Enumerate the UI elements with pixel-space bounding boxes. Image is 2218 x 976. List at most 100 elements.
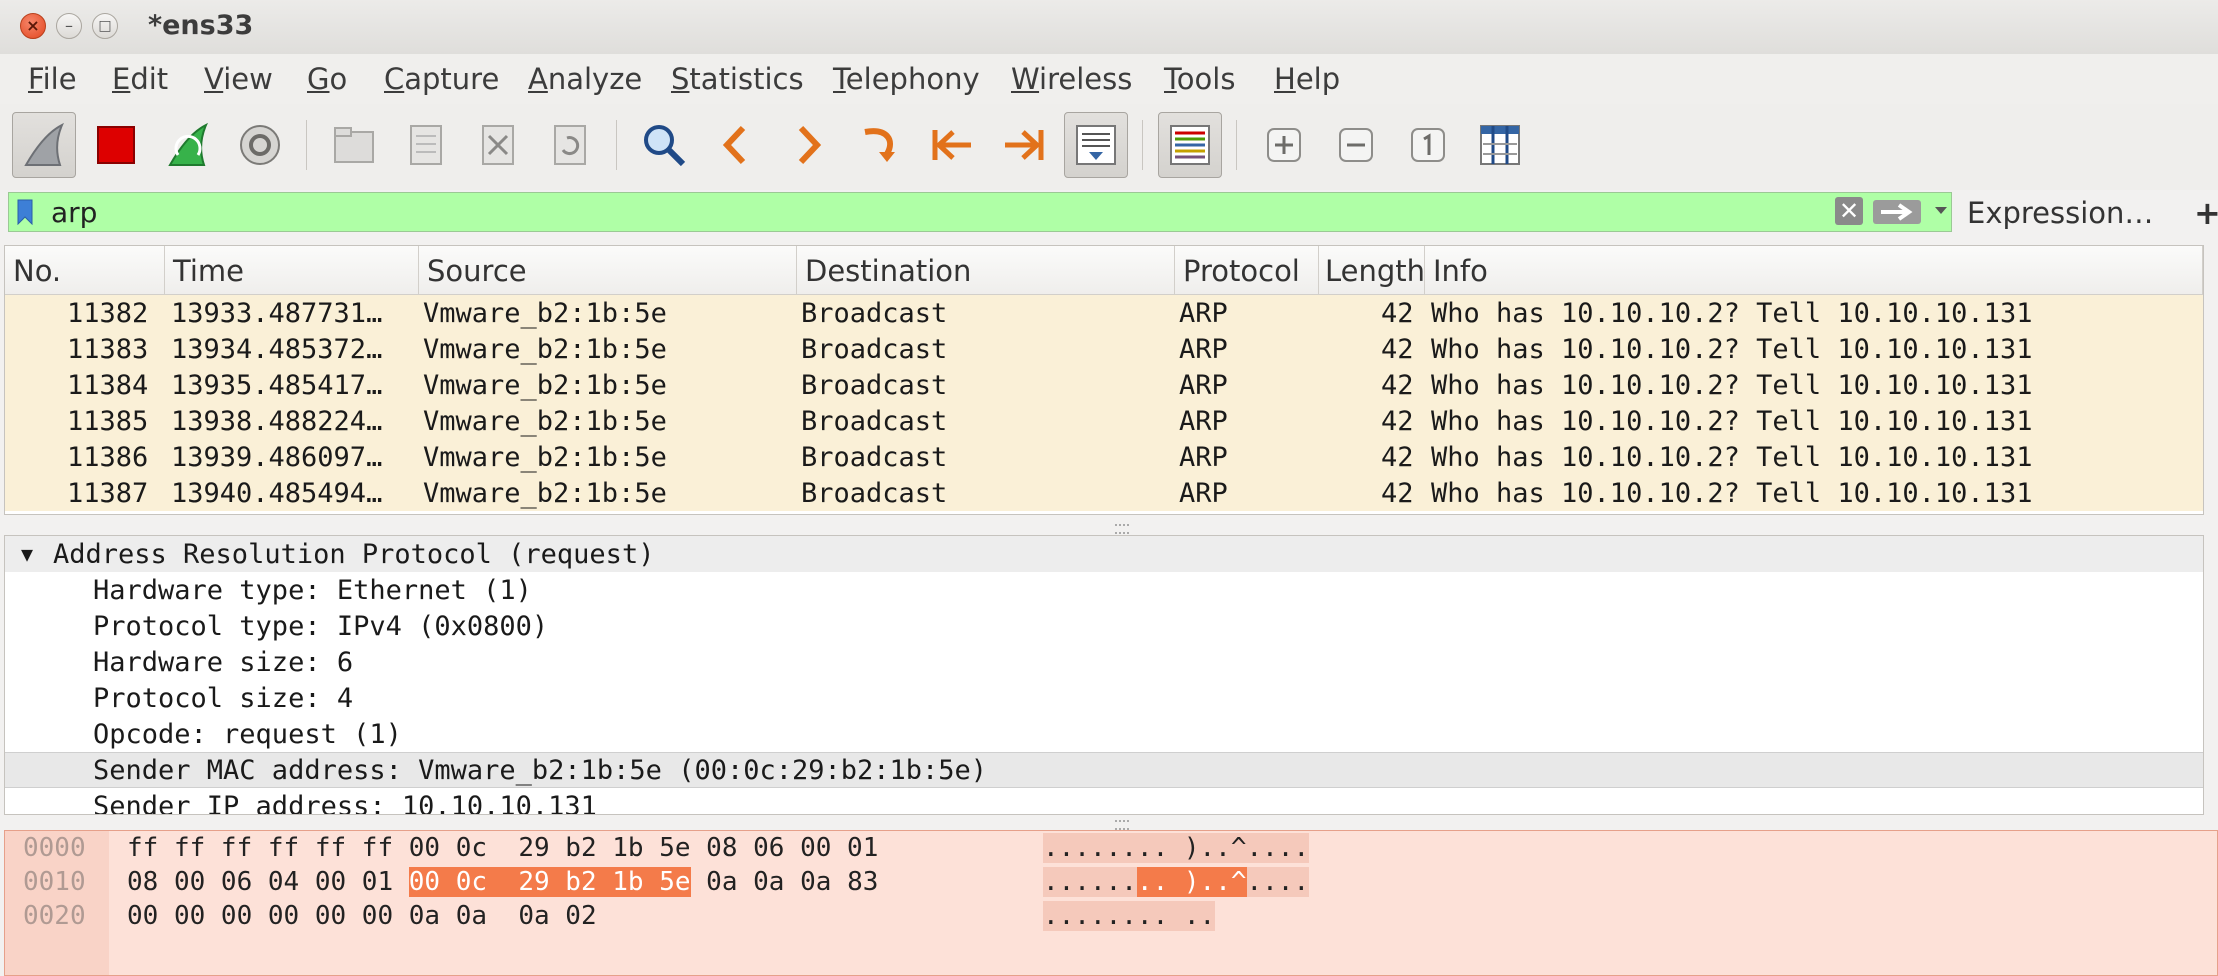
open-file-button[interactable] — [322, 112, 386, 178]
capture-options-button[interactable] — [228, 112, 292, 178]
field-label: Hardware size: 6 — [93, 647, 354, 678]
add-filter-button[interactable]: + — [2194, 194, 2218, 232]
first-packet-icon — [932, 130, 971, 160]
apply-filter-button[interactable] — [1873, 200, 1921, 224]
column-header-time[interactable]: Time — [165, 246, 419, 295]
go-back-button[interactable] — [704, 112, 768, 178]
packet-row[interactable]: 11387 13940.485494… Vmware_b2:1b:5e Broa… — [5, 475, 2203, 511]
window-minimize-button[interactable]: – — [56, 13, 82, 39]
go-forward-button[interactable] — [776, 112, 840, 178]
packet-list: No. Time Source Destination Protocol Len… — [4, 245, 2204, 515]
colorize-button[interactable] — [1158, 112, 1222, 178]
autoscroll-button[interactable] — [1064, 112, 1128, 178]
packet-row[interactable]: 11385 13938.488224… Vmware_b2:1b:5e Broa… — [5, 403, 2203, 439]
menu-capture[interactable]: Capture — [384, 62, 499, 96]
menu-wireless[interactable]: Wireless — [1011, 62, 1132, 96]
packet-length: 42 — [1381, 442, 1414, 473]
filter-history-chevron-down-icon[interactable] — [1933, 205, 1949, 217]
expanded-triangle-icon[interactable]: ▼ — [21, 542, 33, 566]
find-packet-icon — [644, 125, 686, 167]
packet-destination: Broadcast — [801, 442, 948, 473]
packet-time: 13933.487731… — [171, 298, 383, 329]
bytes-hex[interactable]: 00 00 00 00 00 00 0a 0a 0a 02 — [127, 901, 597, 931]
menu-telephony[interactable]: Telephony — [833, 62, 980, 96]
packet-time: 13935.485417… — [171, 370, 383, 401]
first-packet-button[interactable] — [920, 112, 984, 178]
bytes-ascii[interactable]: ........ )..^.... — [1043, 867, 1310, 897]
zoom-in-button[interactable] — [1252, 112, 1316, 178]
menu-statistics[interactable]: Statistics — [671, 62, 804, 96]
packet-length: 42 — [1381, 334, 1414, 365]
column-header-destination[interactable]: Destination — [797, 246, 1175, 295]
bytes-hex[interactable]: ff ff ff ff ff ff 00 0c 29 b2 1b 5e 08 0… — [127, 833, 878, 863]
menu-view-mnemonic: V — [204, 62, 224, 96]
tree-field[interactable]: Protocol size: 4 — [5, 680, 2203, 716]
bytes-hex-highlight: 00 0c 29 b2 1b 5e — [408, 867, 691, 897]
packet-row[interactable]: 11384 13935.485417… Vmware_b2:1b:5e Broa… — [5, 367, 2203, 403]
menu-edit-mnemonic: E — [112, 62, 131, 96]
menu-analyze[interactable]: Analyze — [528, 62, 642, 96]
packet-info: Who has 10.10.10.2? Tell 10.10.10.131 — [1431, 334, 2033, 365]
last-packet-button[interactable] — [992, 112, 1056, 178]
pane-splitter-handle[interactable] — [1115, 820, 1129, 830]
close-file-button[interactable] — [466, 112, 530, 178]
stop-capture-button[interactable] — [84, 112, 148, 178]
bytes-ascii[interactable]: ........ )..^.... — [1043, 833, 1310, 863]
zoom-out-button[interactable] — [1324, 112, 1388, 178]
menu-file[interactable]: File — [28, 62, 77, 96]
tree-field[interactable]: Hardware size: 6 — [5, 644, 2203, 680]
menu-go-label: o — [329, 62, 348, 96]
menu-capture-label: apture — [404, 62, 500, 96]
shark-fin-start-icon — [24, 122, 64, 166]
column-header-length[interactable]: Length — [1319, 246, 1425, 295]
menu-view[interactable]: View — [204, 62, 273, 96]
resize-columns-icon — [1480, 125, 1520, 165]
bytes-hex[interactable]: 08 00 06 04 00 01 00 0c 29 b2 1b 5e 0a 0… — [127, 867, 878, 897]
tree-field-selected[interactable]: Sender MAC address: Vmware_b2:1b:5e (00:… — [5, 752, 2203, 788]
menu-go[interactable]: Go — [307, 62, 347, 96]
tree-field[interactable]: Protocol type: IPv4 (0x0800) — [5, 608, 2203, 644]
menu-tools-mnemonic: T — [1164, 62, 1177, 96]
packet-no: 11387 — [67, 478, 149, 509]
expression-button[interactable]: Expression… — [1967, 196, 2153, 230]
column-header-info[interactable]: Info — [1425, 246, 2203, 295]
bytes-ascii[interactable]: ........ .. — [1043, 901, 1216, 931]
find-packet-button[interactable] — [632, 112, 696, 178]
clear-filter-icon[interactable]: ✕ — [1835, 197, 1863, 225]
display-filter-input[interactable] — [51, 193, 1831, 231]
pane-splitter-handle[interactable] — [1115, 524, 1129, 534]
tree-item-label: Address Resolution Protocol (request) — [53, 539, 655, 570]
packet-row[interactable]: 11386 13939.486097… Vmware_b2:1b:5e Broa… — [5, 439, 2203, 475]
go-to-packet-button[interactable] — [848, 112, 912, 178]
menu-edit[interactable]: Edit — [112, 62, 168, 96]
resize-columns-button[interactable] — [1468, 112, 1532, 178]
menu-go-mnemonic: G — [307, 62, 330, 96]
packet-length: 42 — [1381, 298, 1414, 329]
menu-file-mnemonic: F — [28, 62, 43, 96]
reload-file-button[interactable] — [538, 112, 602, 178]
packet-row[interactable]: 11383 13934.485372… Vmware_b2:1b:5e Broa… — [5, 331, 2203, 367]
menu-tools-label: ools — [1176, 62, 1236, 96]
menu-tools[interactable]: Tools — [1164, 62, 1235, 96]
start-capture-button[interactable] — [12, 112, 76, 178]
packet-protocol: ARP — [1179, 478, 1228, 509]
tree-item-arp[interactable]: ▼ Address Resolution Protocol (request) — [5, 536, 2203, 572]
save-file-button[interactable] — [394, 112, 458, 178]
restart-capture-button[interactable] — [156, 112, 220, 178]
tree-field[interactable]: Sender IP address: 10.10.10.131 — [5, 788, 2203, 814]
packet-row[interactable]: 11382 13933.487731… Vmware_b2:1b:5e Broa… — [5, 295, 2203, 331]
bookmark-icon[interactable] — [17, 199, 33, 225]
window-close-button[interactable]: × — [20, 13, 46, 39]
packet-no: 11382 — [67, 298, 149, 329]
packet-time: 13939.486097… — [171, 442, 383, 473]
tree-field[interactable]: Hardware type: Ethernet (1) — [5, 572, 2203, 608]
window-maximize-button[interactable]: □ — [92, 13, 118, 39]
packet-info: Who has 10.10.10.2? Tell 10.10.10.131 — [1431, 370, 2033, 401]
tree-field[interactable]: Opcode: request (1) — [5, 716, 2203, 752]
normal-size-button[interactable] — [1396, 112, 1460, 178]
column-header-source[interactable]: Source — [419, 246, 797, 295]
menu-help[interactable]: Help — [1274, 62, 1340, 96]
column-header-protocol[interactable]: Protocol — [1175, 246, 1319, 295]
field-label: Opcode: request (1) — [93, 719, 402, 750]
column-header-no[interactable]: No. — [5, 246, 165, 295]
